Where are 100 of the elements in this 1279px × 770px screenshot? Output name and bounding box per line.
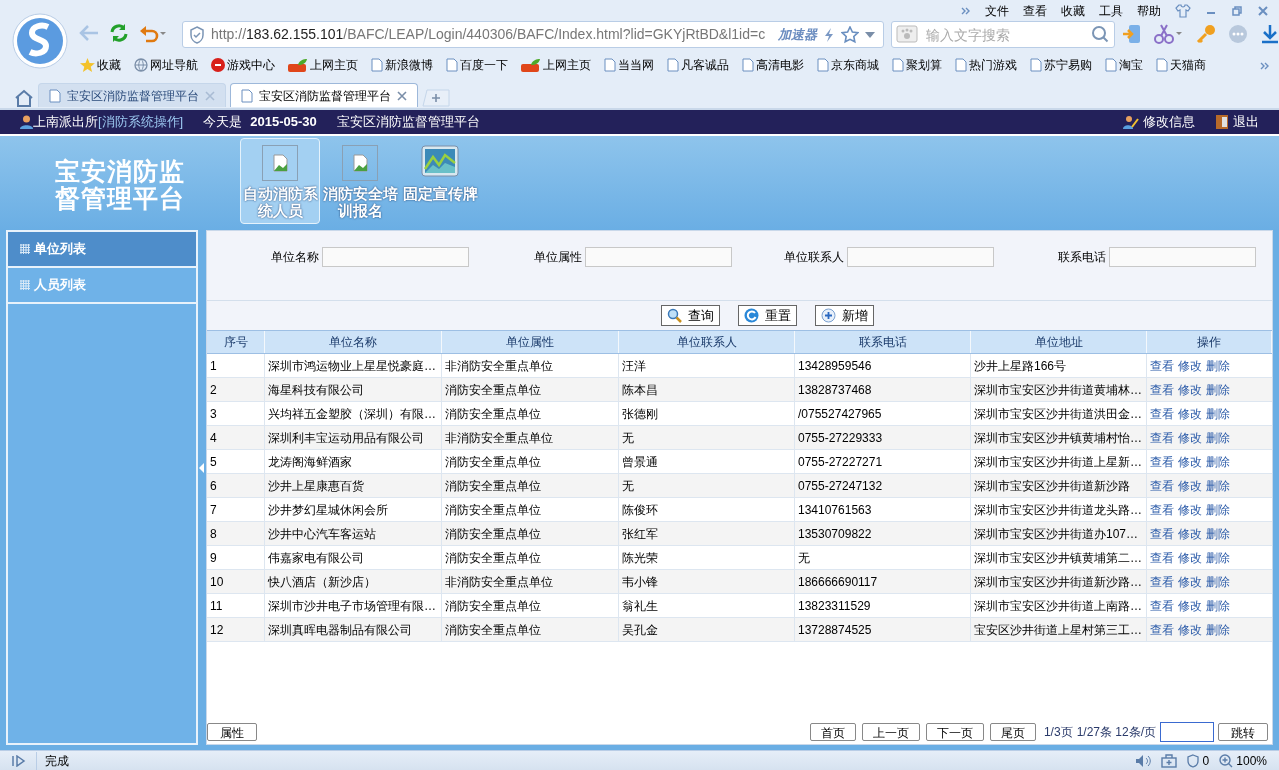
row-action-link[interactable]: 修改 xyxy=(1178,356,1202,375)
row-action-link[interactable]: 查看 xyxy=(1150,524,1174,543)
row-action-link[interactable]: 删除 xyxy=(1206,524,1230,543)
row-action-link[interactable]: 修改 xyxy=(1178,428,1202,447)
close-icon[interactable] xyxy=(1257,5,1269,17)
bookmark-link[interactable]: 高清电影 xyxy=(742,56,804,74)
row-action-link[interactable]: 删除 xyxy=(1206,500,1230,519)
menu-item[interactable]: 查看 xyxy=(1023,2,1047,20)
row-action-link[interactable]: 查看 xyxy=(1150,572,1174,591)
row-action-link[interactable]: 查看 xyxy=(1150,548,1174,567)
skin-shirt-icon[interactable] xyxy=(1175,4,1191,18)
column-header[interactable]: 单位联系人 xyxy=(619,331,795,353)
bookmark-link[interactable]: 上网主页 xyxy=(288,56,358,74)
row-action-link[interactable]: 删除 xyxy=(1206,404,1230,423)
row-action-link[interactable]: 修改 xyxy=(1178,524,1202,543)
pager-button[interactable]: 首页 xyxy=(809,723,856,741)
row-action-link[interactable]: 修改 xyxy=(1178,380,1202,399)
refresh-icon[interactable] xyxy=(108,22,130,44)
scissors-icon[interactable] xyxy=(1154,24,1184,44)
undo-arrow-icon[interactable] xyxy=(138,23,166,43)
row-action-link[interactable]: 删除 xyxy=(1206,356,1230,375)
bookmark-link[interactable]: 淘宝 xyxy=(1105,56,1143,74)
download-icon[interactable] xyxy=(1260,24,1279,44)
sidebar-item[interactable]: 单位列表 xyxy=(8,232,196,268)
column-header[interactable]: 操作 xyxy=(1147,331,1272,353)
home-icon[interactable] xyxy=(14,89,34,107)
pager-button[interactable]: 上一页 xyxy=(861,723,920,741)
row-action-link[interactable]: 查看 xyxy=(1150,620,1174,639)
adblock-counter[interactable]: 0 xyxy=(1186,751,1210,770)
zoom-control[interactable]: 100% xyxy=(1219,751,1267,770)
filter-input[interactable] xyxy=(584,247,732,267)
sidebar-toggle-icon[interactable] xyxy=(12,754,26,767)
row-action-link[interactable]: 查看 xyxy=(1150,500,1174,519)
row-action-link[interactable]: 删除 xyxy=(1206,596,1230,615)
bookmark-link[interactable]: 京东商城 xyxy=(817,56,879,74)
column-header[interactable]: 序号 xyxy=(207,331,265,353)
more-dots-icon[interactable] xyxy=(1228,24,1248,44)
row-action-link[interactable]: 删除 xyxy=(1206,548,1230,567)
filter-input[interactable] xyxy=(846,247,994,267)
properties-button[interactable]: 属性 xyxy=(207,723,257,741)
action-button[interactable]: 重置 xyxy=(738,305,797,326)
row-action-link[interactable]: 删除 xyxy=(1206,380,1230,399)
more-chevron-icon[interactable] xyxy=(1260,61,1270,71)
bookmark-link[interactable]: 上网主页 xyxy=(521,56,591,74)
browser-tab[interactable]: 宝安区消防监督管理平台 xyxy=(230,83,418,107)
search-icon[interactable] xyxy=(1091,25,1109,43)
row-action-link[interactable]: 查看 xyxy=(1150,596,1174,615)
bookmark-link[interactable]: 热门游戏 xyxy=(955,56,1017,74)
row-action-link[interactable]: 删除 xyxy=(1206,572,1230,591)
row-action-link[interactable]: 修改 xyxy=(1178,500,1202,519)
dropdown-caret-icon[interactable] xyxy=(865,31,875,38)
back-arrow-icon[interactable] xyxy=(78,23,100,43)
bookmark-link[interactable]: 苏宁易购 xyxy=(1030,56,1092,74)
header-link[interactable]: 退出 xyxy=(1215,112,1259,132)
pager-button[interactable]: 下一页 xyxy=(925,723,984,741)
search-field[interactable]: 输入文字搜索 xyxy=(891,21,1115,48)
restore-icon[interactable] xyxy=(1231,5,1243,17)
key-icon[interactable] xyxy=(1196,24,1216,44)
row-action-link[interactable]: 修改 xyxy=(1178,572,1202,591)
filter-input[interactable] xyxy=(1109,247,1256,267)
close-icon[interactable] xyxy=(397,90,407,101)
browser-tab[interactable]: 宝安区消防监督管理平台 xyxy=(38,83,226,107)
column-header[interactable]: 单位地址 xyxy=(971,331,1147,353)
bookmark-link[interactable]: 收藏 xyxy=(80,56,121,74)
more-chevron-icon[interactable] xyxy=(961,6,971,16)
row-action-link[interactable]: 查看 xyxy=(1150,404,1174,423)
column-header[interactable]: 联系电话 xyxy=(795,331,971,353)
pager-button[interactable]: 尾页 xyxy=(989,723,1036,741)
bookmark-link[interactable]: 聚划算 xyxy=(892,56,942,74)
bookmark-link[interactable]: 天猫商 xyxy=(1156,56,1206,74)
menu-item[interactable]: 文件 xyxy=(985,2,1009,20)
star-icon[interactable] xyxy=(841,25,859,44)
bookmark-link[interactable]: 游戏中心 xyxy=(211,56,275,74)
row-action-link[interactable]: 查看 xyxy=(1150,452,1174,471)
row-action-link[interactable]: 修改 xyxy=(1178,620,1202,639)
row-action-link[interactable]: 查看 xyxy=(1150,380,1174,399)
action-button[interactable]: 查询 xyxy=(661,305,720,326)
bookmark-link[interactable]: 百度一下 xyxy=(446,56,508,74)
header-link[interactable]: 修改信息 xyxy=(1123,112,1195,132)
phone-sync-icon[interactable] xyxy=(1122,24,1142,44)
row-action-link[interactable]: 修改 xyxy=(1178,452,1202,471)
menu-item[interactable]: 工具 xyxy=(1099,2,1123,20)
bookmark-link[interactable]: 新浪微博 xyxy=(371,56,433,74)
column-header[interactable]: 单位属性 xyxy=(442,331,619,353)
column-header[interactable]: 单位名称 xyxy=(265,331,442,353)
row-action-link[interactable]: 删除 xyxy=(1206,452,1230,471)
row-action-link[interactable]: 修改 xyxy=(1178,596,1202,615)
speaker-icon[interactable] xyxy=(1134,753,1151,768)
jump-button[interactable]: 跳转 xyxy=(1218,723,1268,741)
row-action-link[interactable]: 修改 xyxy=(1178,548,1202,567)
bookmark-link[interactable]: 凡客诚品 xyxy=(667,56,729,74)
bookmark-link[interactable]: 网址导航 xyxy=(134,56,198,74)
collapse-arrow-icon[interactable] xyxy=(199,463,204,473)
toolbox-icon[interactable] xyxy=(1160,753,1177,768)
row-action-link[interactable]: 删除 xyxy=(1206,428,1230,447)
filter-input[interactable] xyxy=(322,247,470,267)
row-action-link[interactable]: 查看 xyxy=(1150,476,1174,495)
action-button[interactable]: 新增 xyxy=(815,305,874,326)
row-action-link[interactable]: 修改 xyxy=(1178,476,1202,495)
row-action-link[interactable]: 删除 xyxy=(1206,620,1230,639)
